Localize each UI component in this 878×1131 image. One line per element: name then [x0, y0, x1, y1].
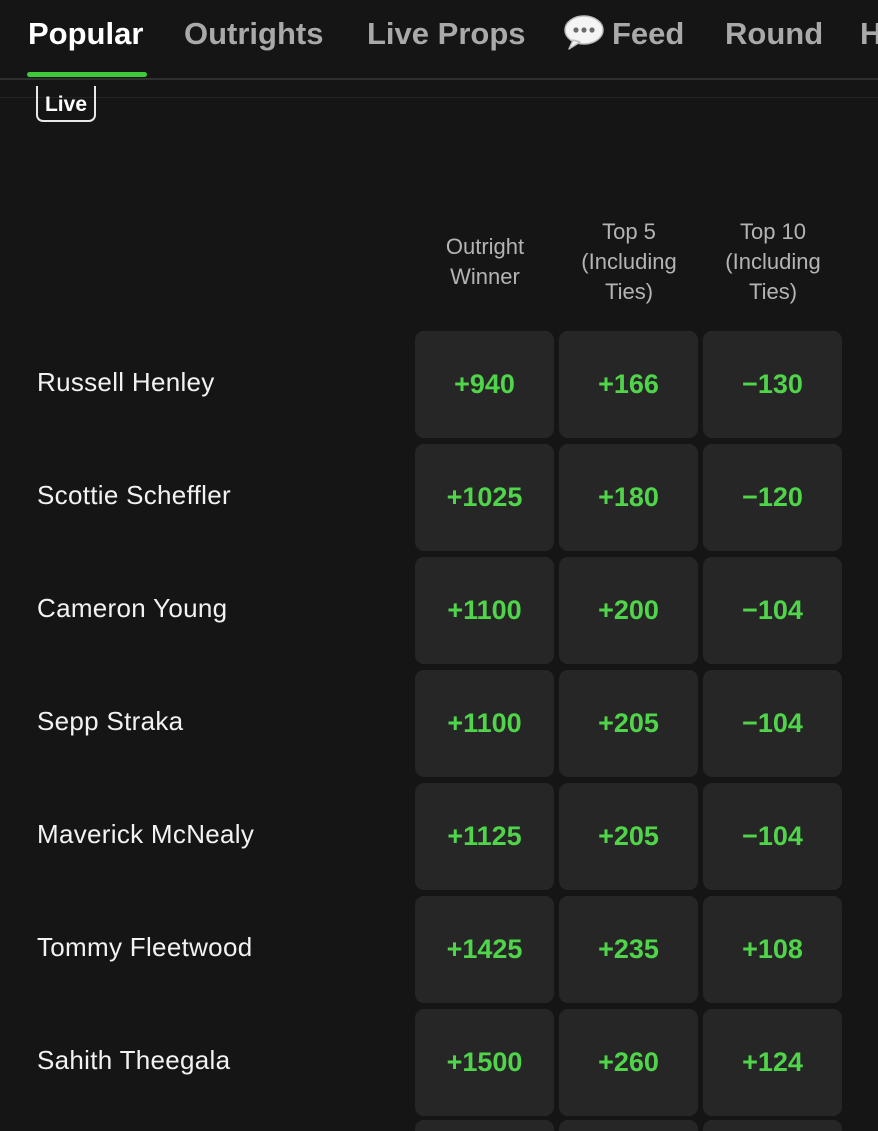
- player-name: Tommy Fleetwood: [37, 932, 253, 962]
- tab-round[interactable]: Round: [725, 14, 823, 54]
- tab-outrights[interactable]: Outrights: [184, 14, 324, 54]
- odds-button-outright[interactable]: +1125: [415, 783, 554, 890]
- odds-button-top-5[interactable]: +205: [559, 670, 698, 777]
- player-name: Sahith Theegala: [37, 1045, 231, 1075]
- table-row: Sahith Theegala +1500 +260 +124: [0, 1009, 878, 1117]
- odds-button-top-5[interactable]: +180: [559, 444, 698, 551]
- column-header-top-5: Top 5 (Including Ties): [581, 219, 677, 304]
- odds-button-top-5[interactable]: +260: [559, 1009, 698, 1116]
- table-row: Tommy Fleetwood +1425 +235 +108: [0, 896, 878, 1004]
- tab-bar: Popular Outrights Live Props Feed Round …: [0, 0, 878, 80]
- odds-button-top-5[interactable]: +200: [559, 557, 698, 664]
- odds-button-top-10[interactable]: −104: [703, 670, 842, 777]
- odds-button-outright[interactable]: +1025: [415, 444, 554, 551]
- player-name: Cameron Young: [37, 593, 228, 623]
- column-header-top-10: Top 10 (Including Ties): [725, 219, 821, 304]
- tab-overflow[interactable]: H: [860, 14, 878, 54]
- table-row: Russell Henley +940 +166 −130: [0, 331, 878, 439]
- odds-button-outright[interactable]: +1100: [415, 557, 554, 664]
- player-name: Scottie Scheffler: [37, 480, 231, 510]
- odds-button-outright[interactable]: +1500: [415, 1009, 554, 1116]
- odds-button-outright[interactable]: +1100: [415, 670, 554, 777]
- speech-bubble-icon: [564, 14, 604, 50]
- odds-button-top-5[interactable]: +166: [559, 331, 698, 438]
- odds-button-top-5[interactable]: +235: [559, 896, 698, 1003]
- odds-button-outright[interactable]: +940: [415, 331, 554, 438]
- odds-button-top-5[interactable]: +205: [559, 783, 698, 890]
- table-row: Cameron Young +1100 +200 −104: [0, 557, 878, 665]
- odds-page: Popular Outrights Live Props Feed Round …: [0, 0, 878, 1131]
- tab-feed-label: Feed: [612, 16, 685, 51]
- odds-button-partial[interactable]: [559, 1120, 698, 1131]
- column-header-outright-winner: Outright Winner: [445, 234, 525, 289]
- odds-button-top-10[interactable]: −104: [703, 557, 842, 664]
- odds-button-top-10[interactable]: +108: [703, 896, 842, 1003]
- player-name: Maverick McNealy: [37, 819, 255, 849]
- table-row: Sepp Straka +1100 +205 −104: [0, 670, 878, 778]
- player-name: Sepp Straka: [37, 706, 184, 736]
- tab-feed[interactable]: Feed: [564, 14, 684, 54]
- tab-live-props[interactable]: Live Props: [367, 14, 526, 54]
- tab-popular[interactable]: Popular: [28, 14, 143, 54]
- odds-button-top-10[interactable]: −104: [703, 783, 842, 890]
- odds-button-top-10[interactable]: −120: [703, 444, 842, 551]
- table-row: Maverick McNealy +1125 +205 −104: [0, 783, 878, 891]
- odds-button-top-10[interactable]: +124: [703, 1009, 842, 1116]
- odds-button-top-10[interactable]: −130: [703, 331, 842, 438]
- live-badge: Live: [36, 86, 96, 122]
- odds-button-outright[interactable]: +1425: [415, 896, 554, 1003]
- divider: [0, 97, 878, 98]
- odds-button-partial[interactable]: [415, 1120, 554, 1131]
- table-row: Scottie Scheffler +1025 +180 −120: [0, 444, 878, 552]
- active-tab-indicator: [27, 72, 147, 77]
- player-name: Russell Henley: [37, 367, 215, 397]
- odds-button-partial[interactable]: [703, 1120, 842, 1131]
